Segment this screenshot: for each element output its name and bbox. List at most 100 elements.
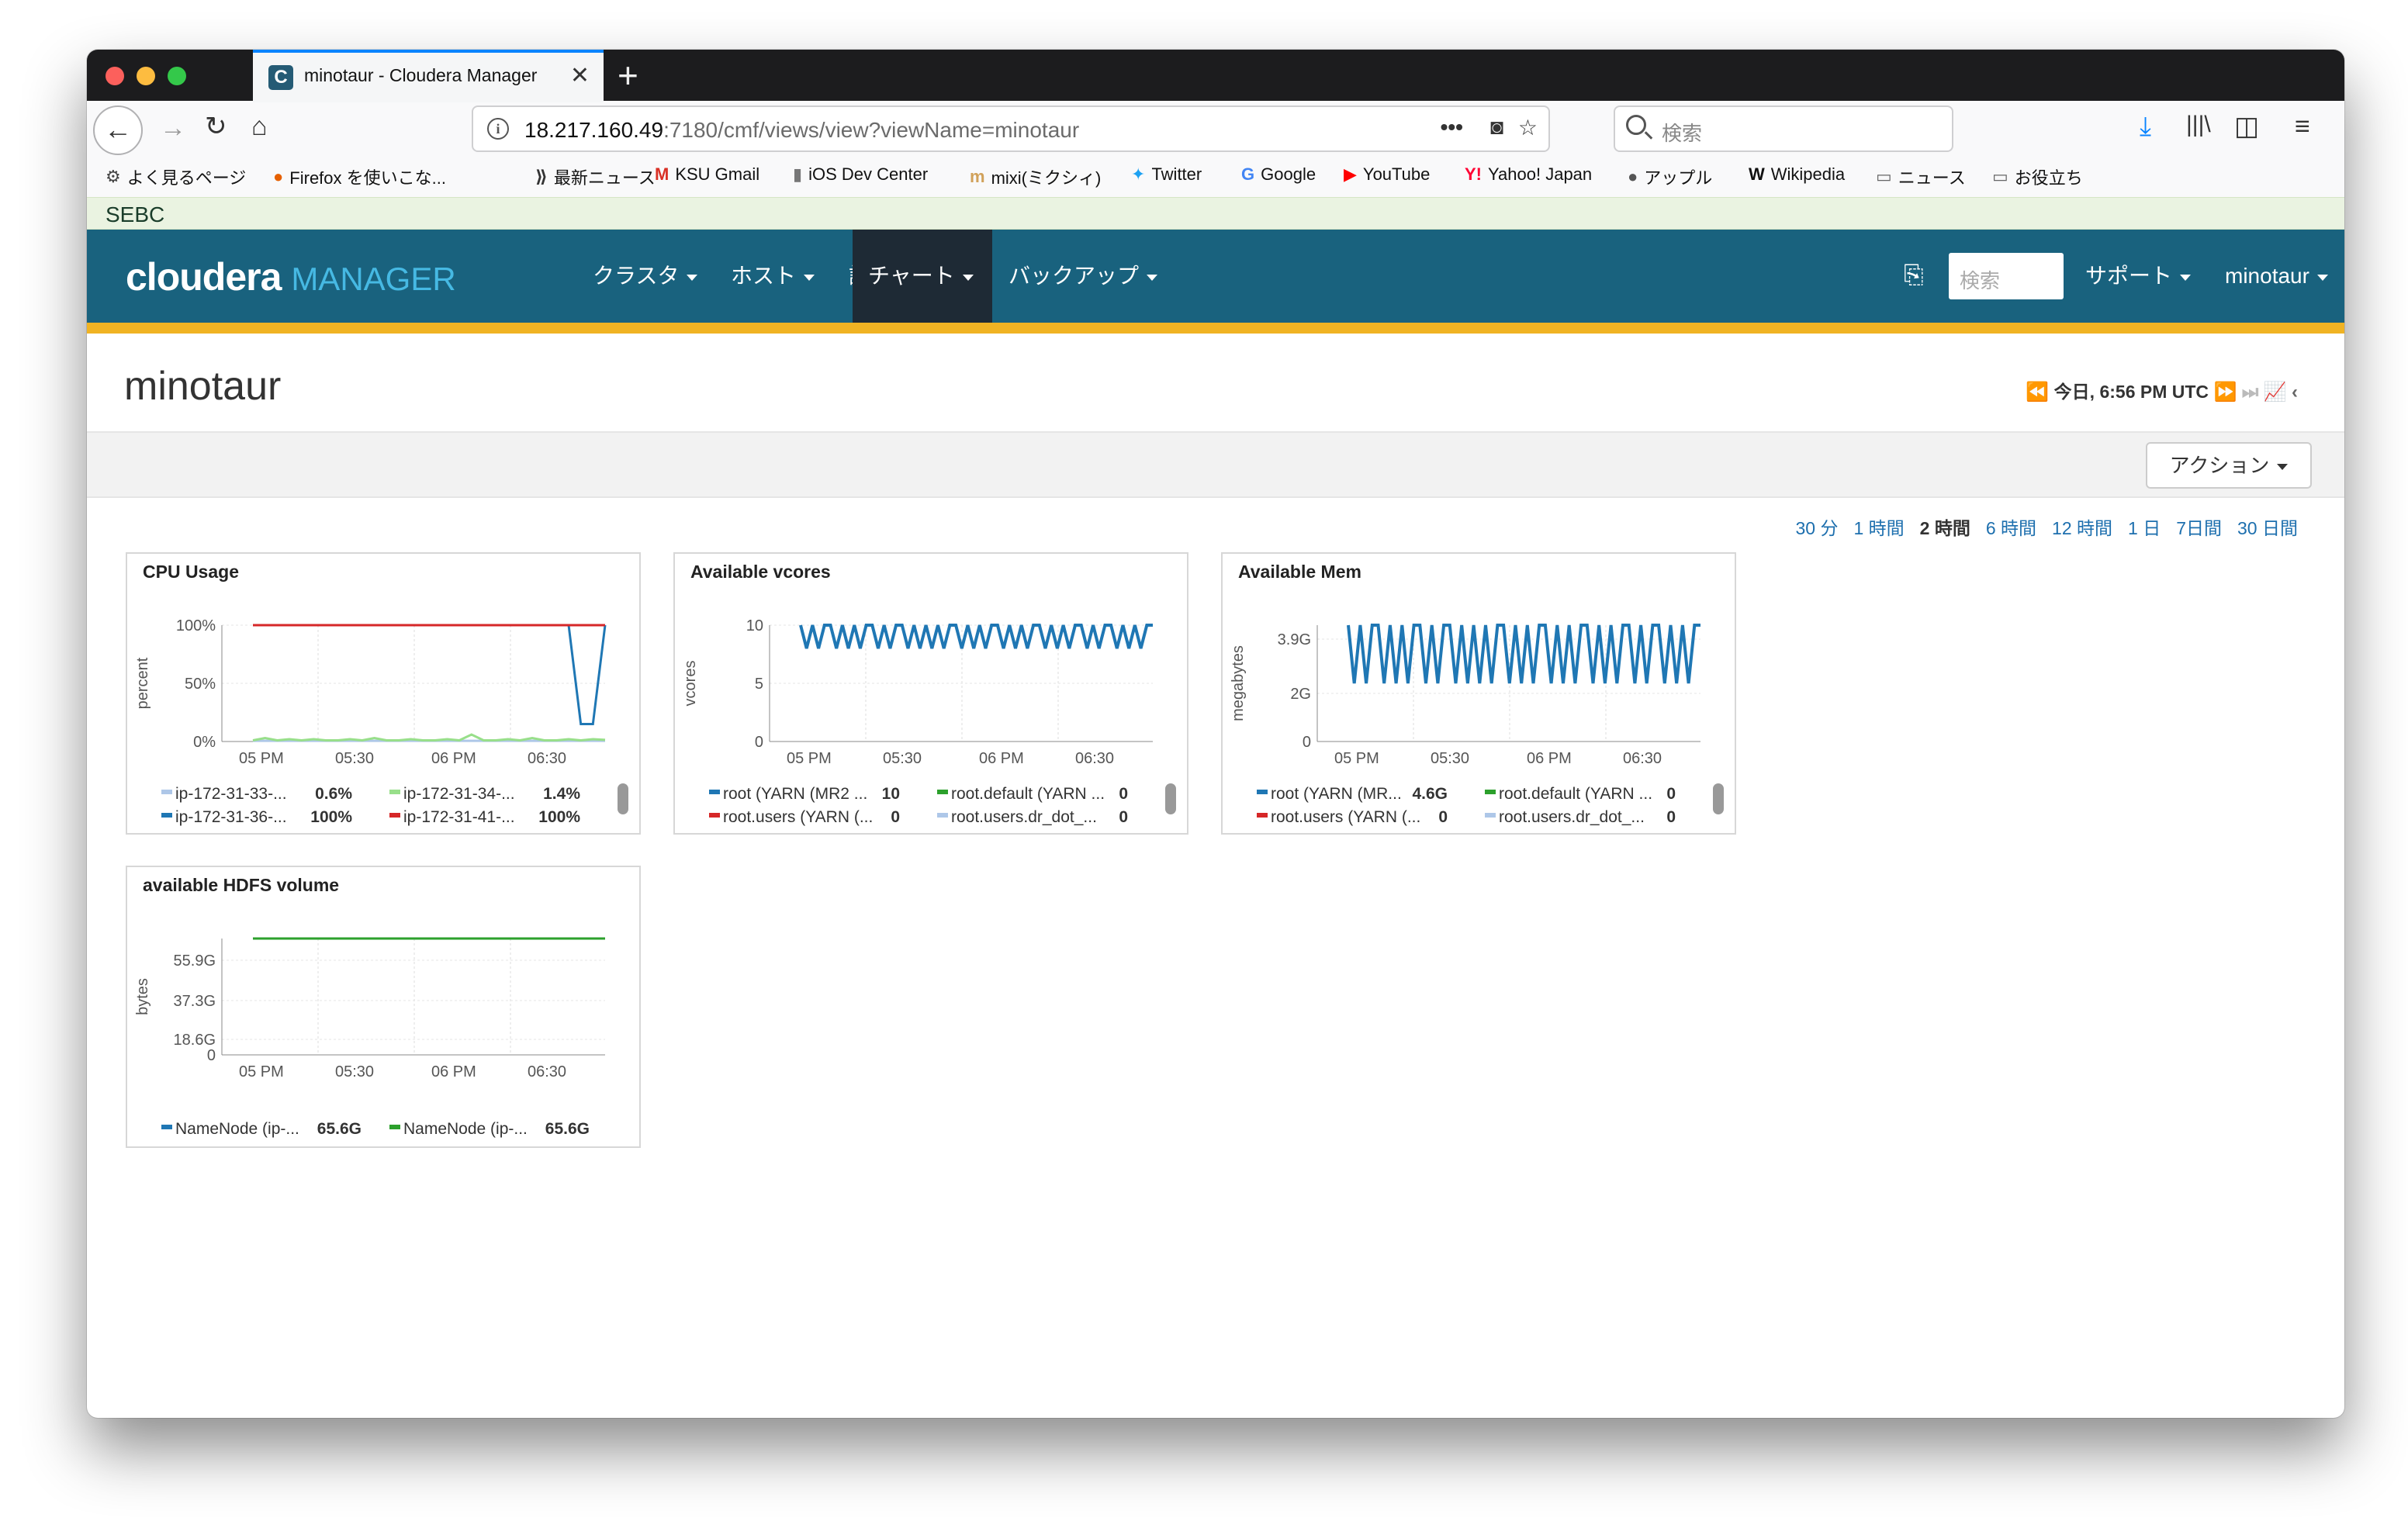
tasks-icon[interactable]: ⎘ bbox=[1904, 261, 1924, 290]
time-range-option[interactable]: 1 時間 bbox=[1853, 513, 1904, 540]
browser-tab[interactable]: C minotaur - Cloudera Manager ✕ bbox=[253, 50, 604, 102]
bookmark-label: よく見るページ bbox=[126, 168, 247, 188]
y-tick-label: 100% bbox=[176, 617, 216, 634]
skip-to-now-icon[interactable]: ⏭ bbox=[2242, 382, 2259, 403]
apple-dev-icon: ▮ bbox=[793, 164, 803, 184]
browser-search-field[interactable]: 検索 bbox=[1614, 105, 1953, 152]
y-tick-label: 0 bbox=[207, 1047, 216, 1064]
menu-user[interactable]: minotaur bbox=[2209, 230, 2344, 323]
header-search-input[interactable]: 検索 bbox=[1949, 253, 2064, 299]
actions-button[interactable]: アクション bbox=[2146, 442, 2312, 489]
sidebar-icon[interactable]: ◫ bbox=[2234, 113, 2259, 140]
bookmark-item[interactable]: M KSU Gmail bbox=[655, 164, 759, 185]
time-range-option[interactable]: 30 日間 bbox=[2237, 513, 2298, 540]
page-actions-icon[interactable]: ••• bbox=[1441, 115, 1463, 140]
time-range-option[interactable]: 2 時間 bbox=[1920, 513, 1970, 540]
folder-icon: ▭ bbox=[1876, 167, 1892, 186]
mixi-icon: m bbox=[970, 167, 985, 186]
chart-svg: 3.9G 2G 0 05 PM 05:30 06 PM 06:30 megabytes root… bbox=[1230, 624, 1700, 826]
menu-hosts[interactable]: ホスト bbox=[715, 230, 830, 323]
download-icon[interactable]: ⤓ bbox=[2140, 113, 2151, 140]
bookmark-label: YouTube bbox=[1362, 164, 1431, 184]
legend-scrollbar[interactable] bbox=[618, 783, 628, 814]
time-range-option[interactable]: 1 日 bbox=[2128, 513, 2161, 540]
menu-backup[interactable]: バックアップ bbox=[993, 230, 1173, 323]
bookmark-item[interactable]: W Wikipedia bbox=[1749, 164, 1845, 185]
browser-search-placeholder: 検索 bbox=[1662, 122, 1703, 145]
bookmark-item[interactable]: ✦ Twitter bbox=[1131, 164, 1202, 185]
bookmark-item[interactable]: Y! Yahoo! Japan bbox=[1465, 164, 1592, 185]
legend-swatch bbox=[389, 790, 400, 794]
bookmark-label: ニュース bbox=[1898, 168, 1966, 188]
bookmark-item[interactable]: ▭ ニュース bbox=[1876, 164, 1966, 189]
time-range-option[interactable]: 30 分 bbox=[1796, 513, 1839, 540]
bookmark-item[interactable]: ▭ お役立ち bbox=[1992, 164, 2083, 189]
x-tick-label: 05 PM bbox=[787, 750, 832, 767]
zoom-window-icon[interactable] bbox=[168, 67, 186, 85]
chart-card[interactable]: available HDFS volume 55.9G 37.3G 18.6G 0 05 … bbox=[126, 866, 641, 1148]
gear-icon: ⚙ bbox=[106, 167, 121, 186]
x-tick-label: 05:30 bbox=[883, 750, 922, 767]
time-range-option[interactable]: 7日間 bbox=[2176, 513, 2222, 540]
logo-main: cloudera bbox=[126, 255, 282, 299]
bookmark-item[interactable]: m mixi(ミクシィ) bbox=[970, 164, 1101, 189]
library-icon[interactable]: |||\ bbox=[2186, 113, 2211, 137]
forward-icon[interactable]: → bbox=[160, 115, 186, 141]
bookmark-star-icon[interactable]: ☆ bbox=[1518, 115, 1538, 140]
time-range-option[interactable]: 6 時間 bbox=[1986, 513, 2036, 540]
bookmark-item[interactable]: G Google bbox=[1241, 164, 1316, 185]
chart-card[interactable]: Available Mem 3.9G 2G 0 05 PM 05:30 06 PM 06:30… bbox=[1221, 552, 1736, 835]
legend-series-value: 0 bbox=[1666, 808, 1676, 826]
url-bar[interactable]: i 18.217.160.49:7180/cmf/views/view?view… bbox=[472, 105, 1550, 152]
bookmark-item[interactable]: ● Firefox を使いこな... bbox=[273, 164, 446, 189]
time-range-option[interactable]: 12 時間 bbox=[2052, 513, 2112, 540]
minimize-window-icon[interactable] bbox=[137, 67, 155, 85]
fast-forward-icon[interactable]: ⏩ bbox=[2213, 382, 2237, 403]
legend-series-value: 0 bbox=[1666, 785, 1676, 803]
menu-charts-label: チャート bbox=[868, 264, 955, 288]
back-icon[interactable]: ← bbox=[93, 105, 143, 155]
cloudera-manager-logo[interactable]: cloudera MANAGER bbox=[126, 254, 456, 299]
x-tick-label: 06:30 bbox=[1623, 750, 1662, 767]
menu-user-label: minotaur bbox=[2225, 264, 2309, 288]
menu-support[interactable]: サポート bbox=[2070, 230, 2206, 323]
folder-icon: ▭ bbox=[1992, 167, 2008, 186]
new-tab-icon[interactable]: + bbox=[618, 54, 638, 96]
y-tick-label: 3.9G bbox=[1278, 631, 1311, 648]
legend-series-name: root.default (YARN ... bbox=[1499, 785, 1652, 803]
chevron-down-icon bbox=[804, 274, 815, 281]
close-window-icon[interactable] bbox=[106, 67, 124, 85]
bookmark-item[interactable]: ⚙ よく見るページ bbox=[106, 164, 246, 189]
twitter-icon: ✦ bbox=[1131, 164, 1146, 184]
menu-support-label: サポート bbox=[2085, 264, 2173, 288]
legend-series-name: ip-172-31-36-... bbox=[175, 808, 287, 826]
close-tab-icon[interactable]: ✕ bbox=[570, 62, 590, 89]
reload-icon[interactable]: ↻ bbox=[205, 113, 227, 140]
bookmark-label: Google bbox=[1261, 164, 1316, 184]
bookmark-item[interactable]: ▶ YouTube bbox=[1344, 164, 1430, 185]
menu-clusters[interactable]: クラスタ bbox=[577, 230, 713, 323]
chart-card[interactable]: CPU Usage 100% 50% 0% 05 PM 05:30 06 PM 06:30 pe… bbox=[126, 552, 641, 835]
menu-hosts-label: ホスト bbox=[731, 264, 797, 288]
bookmark-label: Wikipedia bbox=[1770, 164, 1846, 184]
chart-icon[interactable]: 📈 bbox=[2264, 382, 2287, 403]
chevron-left-icon[interactable]: ‹ bbox=[2292, 382, 2298, 403]
chart-svg: 55.9G 37.3G 18.6G0 05 PM 05:30 06 PM 06:30 byte… bbox=[134, 937, 605, 1138]
x-tick-label: 06 PM bbox=[431, 1063, 476, 1080]
legend-series-name: root (YARN (MR... bbox=[1271, 785, 1402, 803]
home-icon[interactable]: ⌂ bbox=[251, 113, 268, 140]
series-line bbox=[1347, 624, 1700, 684]
site-info-icon[interactable]: i bbox=[487, 118, 509, 140]
legend-scrollbar[interactable] bbox=[1713, 783, 1724, 814]
legend-scrollbar[interactable] bbox=[1165, 783, 1176, 814]
chart-card[interactable]: Available vcores 10 5 0 05 PM 05:30 06 PM 06:30… bbox=[673, 552, 1188, 835]
pocket-icon[interactable]: ◙ bbox=[1490, 115, 1503, 140]
bookmark-item[interactable]: ● アップル bbox=[1628, 164, 1712, 189]
menu-icon[interactable]: ≡ bbox=[2295, 113, 2310, 140]
time-label[interactable]: 今日, 6:56 PM UTC bbox=[2054, 382, 2209, 402]
bookmark-item[interactable]: ⟫ 最新ニュース bbox=[535, 164, 656, 189]
bookmark-item[interactable]: ▮ iOS Dev Center bbox=[793, 164, 928, 185]
rewind-icon[interactable]: ⏪ bbox=[2026, 382, 2049, 403]
menu-charts[interactable]: チャート bbox=[853, 230, 992, 323]
legend-series-name: ip-172-31-34-... bbox=[403, 785, 515, 803]
